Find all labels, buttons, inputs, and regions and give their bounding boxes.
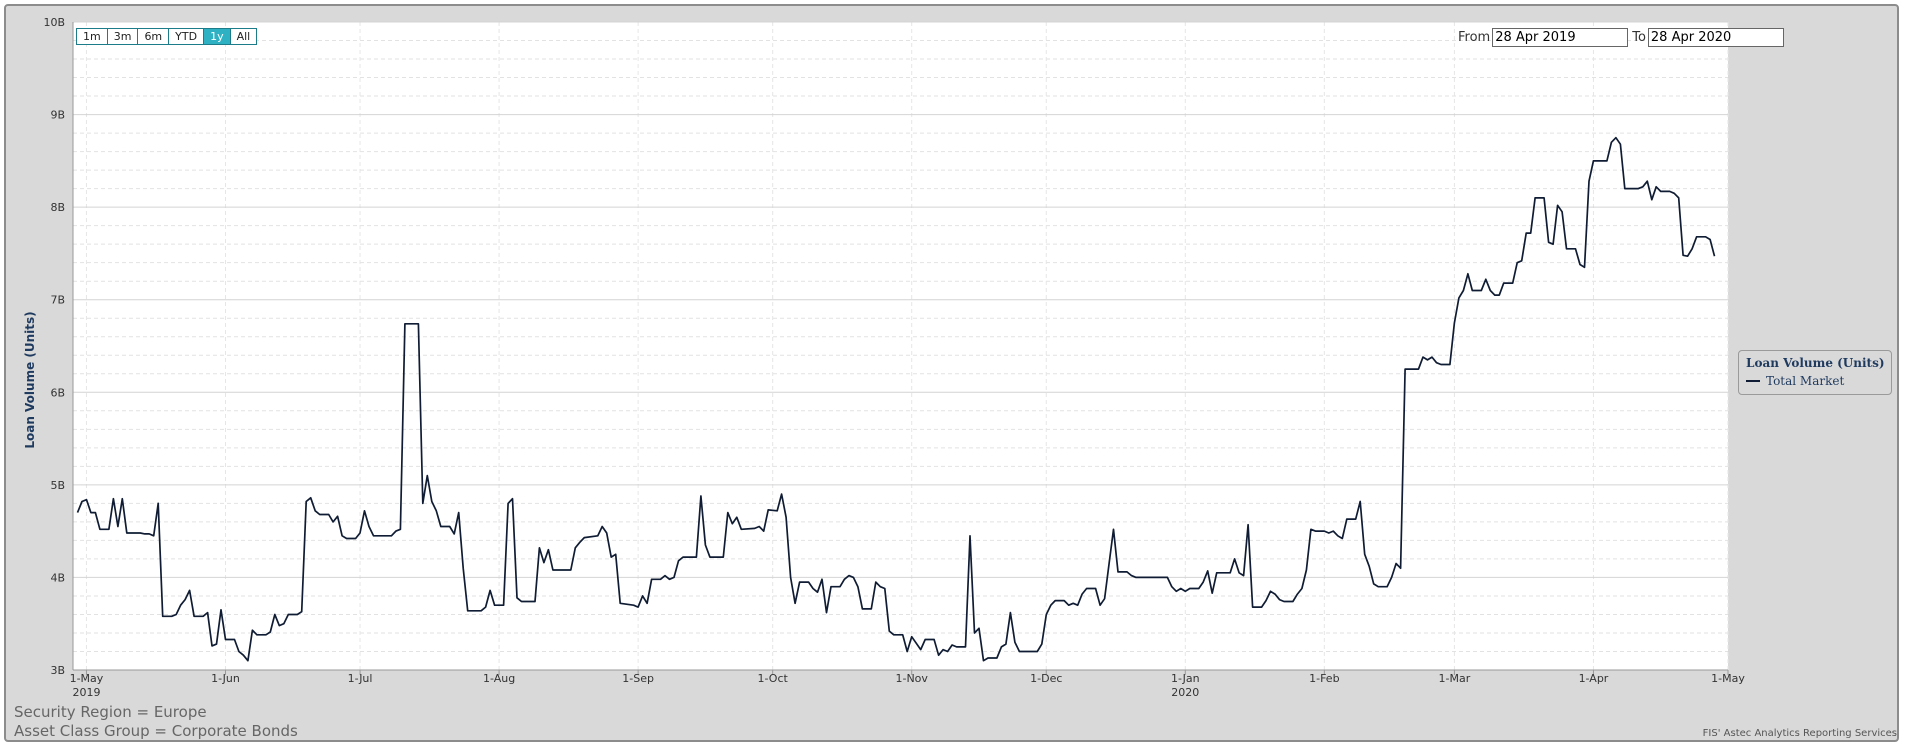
chart-canvas: 3B4B5B6B7B8B9B10B1-May20191-Jun 1-Jul 1-Au… [43, 16, 1745, 699]
x-tick-label: 1-Jul [348, 672, 373, 685]
y-axis-title: Loan Volume (Units) [23, 311, 37, 449]
range-button-1y[interactable]: 1y [203, 28, 231, 45]
range-button-6m[interactable]: 6m [137, 28, 170, 45]
x-tick-label: 1-Nov [895, 672, 928, 685]
y-tick-label: 8B [50, 201, 65, 214]
y-tick-label: 10B [43, 16, 65, 29]
x-tick-label: 1-Jun [211, 672, 240, 685]
x-tick-label: 1-Sep [622, 672, 654, 685]
y-tick-label: 7B [50, 294, 65, 307]
legend-line-swatch [1746, 380, 1760, 382]
x-tick-label: 1-Oct [758, 672, 789, 685]
y-tick-label: 4B [50, 571, 65, 584]
to-label: To [1632, 30, 1646, 45]
date-range-inputs: From To [1458, 28, 1788, 47]
x-tick-label: 1-Apr [1579, 672, 1609, 685]
x-tick-label: 1-Mar [1439, 672, 1471, 685]
chart-legend: Loan Volume (Units) Total Market [1738, 350, 1892, 395]
range-button-all[interactable]: All [229, 28, 258, 45]
y-tick-label: 6B [50, 386, 65, 399]
to-date-input[interactable] [1647, 28, 1784, 47]
x-tick-label: 1-May [70, 672, 104, 685]
x-tick-label: 1-Dec [1030, 672, 1062, 685]
x-tick-label: 1-Aug [483, 672, 515, 685]
range-button-1m[interactable]: 1m [76, 28, 108, 45]
x-tick-sublabel: 2019 [72, 686, 100, 699]
filter-asset-class: Asset Class Group = Corporate Bonds [14, 722, 298, 740]
from-date-input[interactable] [1492, 28, 1629, 47]
from-label: From [1458, 30, 1491, 45]
range-selector-buttons: 1m 3m 6m YTD 1y All [76, 28, 258, 45]
x-tick-sublabel: 2020 [1171, 686, 1199, 699]
x-tick-label: 1-Feb [1309, 672, 1339, 685]
y-tick-label: 9B [50, 109, 65, 122]
x-tick-label: 1-Jan [1171, 672, 1200, 685]
series-line-total-market [76, 136, 1716, 662]
legend-item-label: Total Market [1766, 374, 1845, 388]
y-tick-label: 3B [50, 664, 65, 677]
legend-item-total-market[interactable]: Total Market [1746, 374, 1844, 388]
range-button-ytd[interactable]: YTD [168, 28, 205, 45]
legend-title: Loan Volume (Units) [1746, 356, 1885, 370]
x-tick-label: 1-May [1711, 672, 1745, 685]
filter-security-region: Security Region = Europe [14, 703, 207, 721]
credit-text: FIS' Astec Analytics Reporting Services [1702, 728, 1897, 739]
range-button-3m[interactable]: 3m [106, 28, 139, 45]
y-tick-label: 5B [50, 479, 65, 492]
